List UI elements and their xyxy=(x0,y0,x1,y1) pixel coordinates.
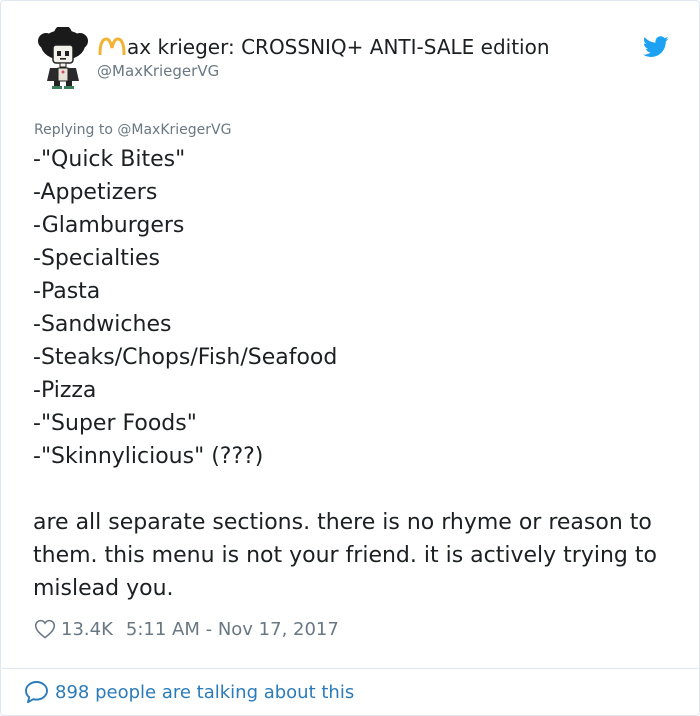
tweet-timestamp[interactable]: 5:11 AM - Nov 17, 2017 xyxy=(126,619,339,640)
embedded-tweet-card: ax krieger: CROSSNIQ+ ANTI-SALE edition … xyxy=(0,0,700,716)
menu-line: -Steaks/Chops/Fish/Seafood xyxy=(33,345,338,370)
tweet-text: -"Quick Bites" -Appetizers -Glamburgers … xyxy=(33,143,673,605)
user-handle[interactable]: @MaxKriegerVG xyxy=(97,61,219,81)
conversation-link[interactable]: 898 people are talking about this xyxy=(24,679,354,705)
avatar[interactable] xyxy=(34,27,92,89)
like-count[interactable]: 13.4K xyxy=(61,619,113,640)
tweet-meta: 13.4K 5:11 AM - Nov 17, 2017 xyxy=(34,617,339,641)
heart-icon[interactable] xyxy=(34,619,56,639)
menu-line: -Pasta xyxy=(33,279,101,304)
menu-line: -Glamburgers xyxy=(33,213,185,238)
menu-line: -Specialties xyxy=(33,246,160,271)
menu-line: -"Super Foods" xyxy=(33,411,197,436)
menu-line: -Appetizers xyxy=(33,180,158,205)
tweet-closing-paragraph: are all separate sections. there is no r… xyxy=(33,510,657,601)
display-name[interactable]: ax krieger: CROSSNIQ+ ANTI-SALE edition xyxy=(97,34,550,60)
twitter-bird-icon[interactable] xyxy=(643,36,669,58)
menu-line: -"Quick Bites" xyxy=(33,147,186,172)
menu-line: -Sandwiches xyxy=(33,312,172,337)
display-name-text: ax krieger: CROSSNIQ+ ANTI-SALE edition xyxy=(127,35,550,59)
menu-line: -Pizza xyxy=(33,378,97,403)
menu-line: -"Skinnylicious" (???) xyxy=(33,444,264,469)
divider xyxy=(2,668,700,669)
speech-bubble-icon xyxy=(25,681,48,704)
conversation-label: 898 people are talking about this xyxy=(55,681,355,703)
golden-m-icon xyxy=(98,37,126,55)
replying-to[interactable]: Replying to @MaxKriegerVG xyxy=(34,121,231,139)
